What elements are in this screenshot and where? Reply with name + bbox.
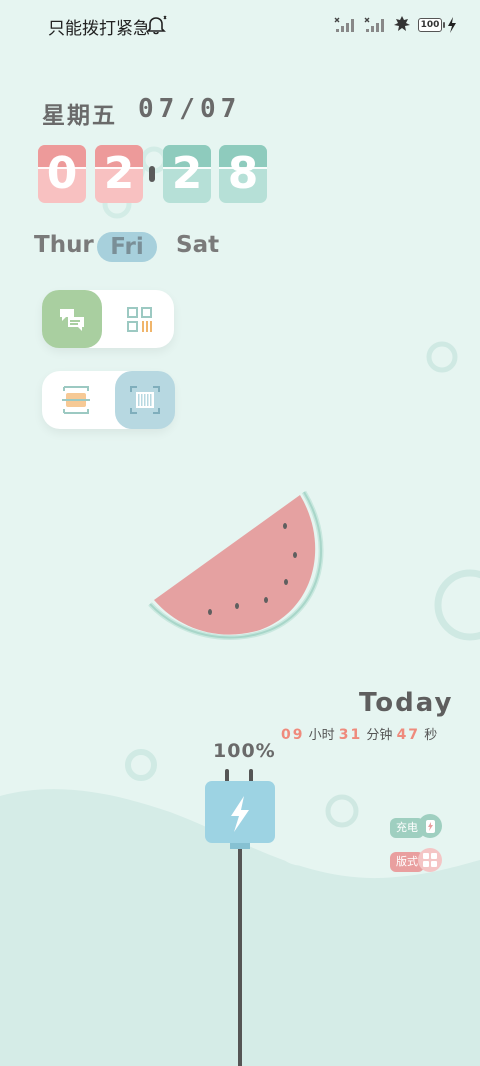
watermelon-illustration bbox=[148, 490, 324, 640]
card-scan-icon bbox=[130, 386, 160, 414]
chat-icon bbox=[60, 309, 84, 331]
today-label: Today bbox=[359, 688, 454, 718]
bubble bbox=[125, 749, 157, 781]
countdown-seconds-unit: 秒 bbox=[424, 728, 438, 743]
bubble bbox=[434, 569, 480, 641]
clock-digit-minute-tens: 2 bbox=[163, 145, 211, 203]
bell-icon bbox=[146, 15, 167, 35]
quick-toggle-chat-qr[interactable] bbox=[42, 290, 174, 348]
barcode-scan-icon bbox=[62, 386, 90, 414]
weekday-label: 星期五 bbox=[42, 103, 117, 129]
today-countdown: 09 小时 31 分钟 47 秒 bbox=[281, 724, 437, 743]
quick-toggle-scan[interactable] bbox=[42, 371, 175, 429]
countdown-hours: 09 bbox=[281, 727, 305, 743]
day-next: Sat bbox=[176, 232, 220, 258]
battery-icon: 100 bbox=[418, 18, 445, 32]
qr-code-icon bbox=[127, 307, 152, 332]
carrier-text: 只能拨打紧急 bbox=[48, 19, 150, 39]
no-signal-icon bbox=[334, 17, 354, 32]
bubble bbox=[426, 341, 458, 373]
countdown-minutes: 31 bbox=[338, 727, 363, 743]
day-prev: Thur bbox=[34, 232, 94, 258]
clock-digit-hour-ones: 2 bbox=[95, 145, 143, 203]
no-signal-icon bbox=[364, 17, 384, 32]
clock-digit-text: 0 bbox=[46, 148, 78, 199]
battery-bolt-icon bbox=[426, 820, 435, 833]
status-bar: 只能拨打紧急 100 bbox=[0, 0, 480, 52]
charging-plug-icon bbox=[205, 769, 275, 1066]
day-current: Fri bbox=[97, 232, 157, 262]
clock-separator bbox=[149, 166, 155, 182]
charging-bolt-icon bbox=[448, 17, 456, 33]
charge-percent: 100% bbox=[213, 740, 276, 762]
toggle-knob bbox=[115, 371, 175, 429]
toggle-knob bbox=[42, 290, 102, 348]
grid-icon bbox=[423, 853, 437, 867]
bubble bbox=[272, 808, 330, 866]
style-chip-icon[interactable] bbox=[418, 848, 442, 872]
clock-digit-minute-ones: 8 bbox=[219, 145, 267, 203]
battery-level: 100 bbox=[420, 20, 440, 30]
clock-digit-hour-tens: 0 bbox=[38, 145, 86, 203]
charge-chip-icon[interactable] bbox=[418, 814, 442, 838]
date-label: 07/07 bbox=[138, 94, 242, 124]
clock-digit-text: 2 bbox=[103, 148, 135, 199]
countdown-hours-unit: 小时 bbox=[308, 728, 335, 743]
bubble bbox=[325, 794, 359, 828]
clock-digit-text: 2 bbox=[171, 148, 203, 199]
countdown-seconds: 47 bbox=[396, 727, 421, 743]
leaf-icon bbox=[394, 16, 410, 31]
countdown-minutes-unit: 分钟 bbox=[366, 728, 393, 743]
clock-digit-text: 8 bbox=[227, 148, 259, 199]
